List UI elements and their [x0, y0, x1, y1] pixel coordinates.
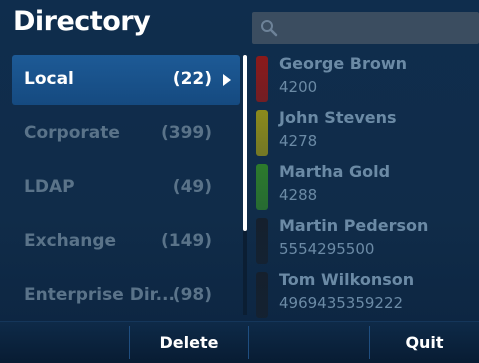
category-corporate[interactable]: Corporate (399): [12, 109, 240, 159]
presence-indicator: [256, 110, 268, 156]
category-label: Enterprise Dir...: [24, 285, 175, 305]
search-icon: [261, 20, 278, 37]
contact-name: George Brown: [279, 54, 407, 73]
phone-screen: Directory Local (22) Corporate (399) LDA…: [0, 0, 479, 363]
category-count: (399): [160, 123, 212, 143]
category-local[interactable]: Local (22): [12, 55, 240, 105]
presence-indicator: [256, 164, 268, 210]
contact-item[interactable]: George Brown 4200: [252, 52, 479, 106]
contact-name: Martin Pederson: [279, 216, 429, 235]
contact-item[interactable]: Tom Wilkonson 4969435359222: [252, 268, 479, 322]
category-count: (49): [172, 177, 212, 197]
category-ldap[interactable]: LDAP (49): [12, 163, 240, 213]
contact-item[interactable]: John Stevens 4278: [252, 106, 479, 160]
chevron-right-icon: [223, 74, 231, 86]
softkey-label: Quit: [405, 333, 444, 352]
contact-item[interactable]: Martin Pederson 5554295500: [252, 214, 479, 268]
page-title: Directory: [13, 6, 151, 37]
contact-list: George Brown 4200 John Stevens 4278 Mart…: [252, 52, 479, 320]
category-label: Corporate: [24, 123, 120, 143]
softkey-1[interactable]: [0, 322, 129, 363]
search-input[interactable]: [252, 12, 479, 44]
presence-indicator: [256, 56, 268, 102]
delete-button[interactable]: Delete: [130, 322, 248, 363]
contact-number: 5554295500: [279, 240, 375, 258]
category-exchange[interactable]: Exchange (149): [12, 217, 240, 267]
presence-indicator: [256, 218, 268, 264]
contact-item[interactable]: Martha Gold 4288: [252, 160, 479, 214]
contact-name: Martha Gold: [279, 162, 391, 181]
category-enterprise-directory[interactable]: Enterprise Dir... (98): [12, 271, 240, 321]
directory-category-list: Local (22) Corporate (399) LDAP (49) Exc…: [0, 50, 246, 320]
header: Directory: [0, 0, 479, 50]
category-label: Exchange: [24, 231, 117, 251]
category-count: (98): [172, 285, 212, 305]
category-label: Local: [24, 69, 74, 89]
contact-number: 4288: [279, 186, 318, 204]
category-label: LDAP: [24, 177, 75, 197]
softkey-bar: Delete Quit: [0, 321, 479, 363]
category-count: (22): [172, 69, 212, 89]
presence-indicator: [256, 272, 268, 318]
softkey-label: Delete: [159, 333, 219, 352]
contact-name: John Stevens: [279, 108, 397, 127]
contact-number: 4200: [279, 78, 318, 96]
scrollbar-thumb[interactable]: [243, 55, 247, 231]
contact-number: 4278: [279, 132, 318, 150]
contact-name: Tom Wilkonson: [279, 270, 415, 289]
softkey-3[interactable]: [249, 322, 369, 363]
quit-button[interactable]: Quit: [370, 322, 479, 363]
contact-number: 4969435359222: [279, 294, 404, 312]
category-count: (149): [160, 231, 212, 251]
